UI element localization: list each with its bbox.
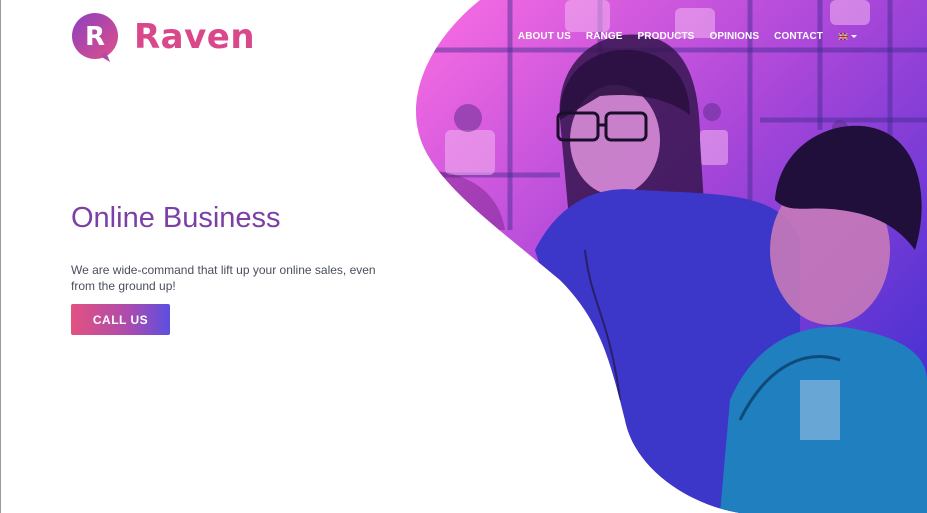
svg-text:R: R [85,22,105,52]
raven-logo-icon: R [72,13,118,62]
nav-contact[interactable]: CONTACT [774,31,823,42]
nav-about-us[interactable]: ABOUT US [518,31,571,42]
brand-logo[interactable]: R Raven [70,12,255,62]
brand-name: Raven [134,17,256,57]
nav-range[interactable]: RANGE [586,31,623,42]
call-us-button[interactable]: CALL US [71,304,170,335]
nav-opinions[interactable]: OPINIONS [709,31,759,42]
hero-title: Online Business [71,202,281,234]
uk-flag-icon [838,33,848,40]
nav-products[interactable]: PRODUCTS [638,31,695,42]
hero-description: We are wide-command that lift up your on… [71,263,376,293]
landing-page: R Raven ABOUT US RANGE PRODUCTS OPINIONS… [0,0,927,513]
chevron-down-icon [851,35,857,38]
main-nav: ABOUT US RANGE PRODUCTS OPINIONS CONTACT [503,31,857,42]
language-selector[interactable] [838,33,857,40]
hero-photo [416,0,927,513]
